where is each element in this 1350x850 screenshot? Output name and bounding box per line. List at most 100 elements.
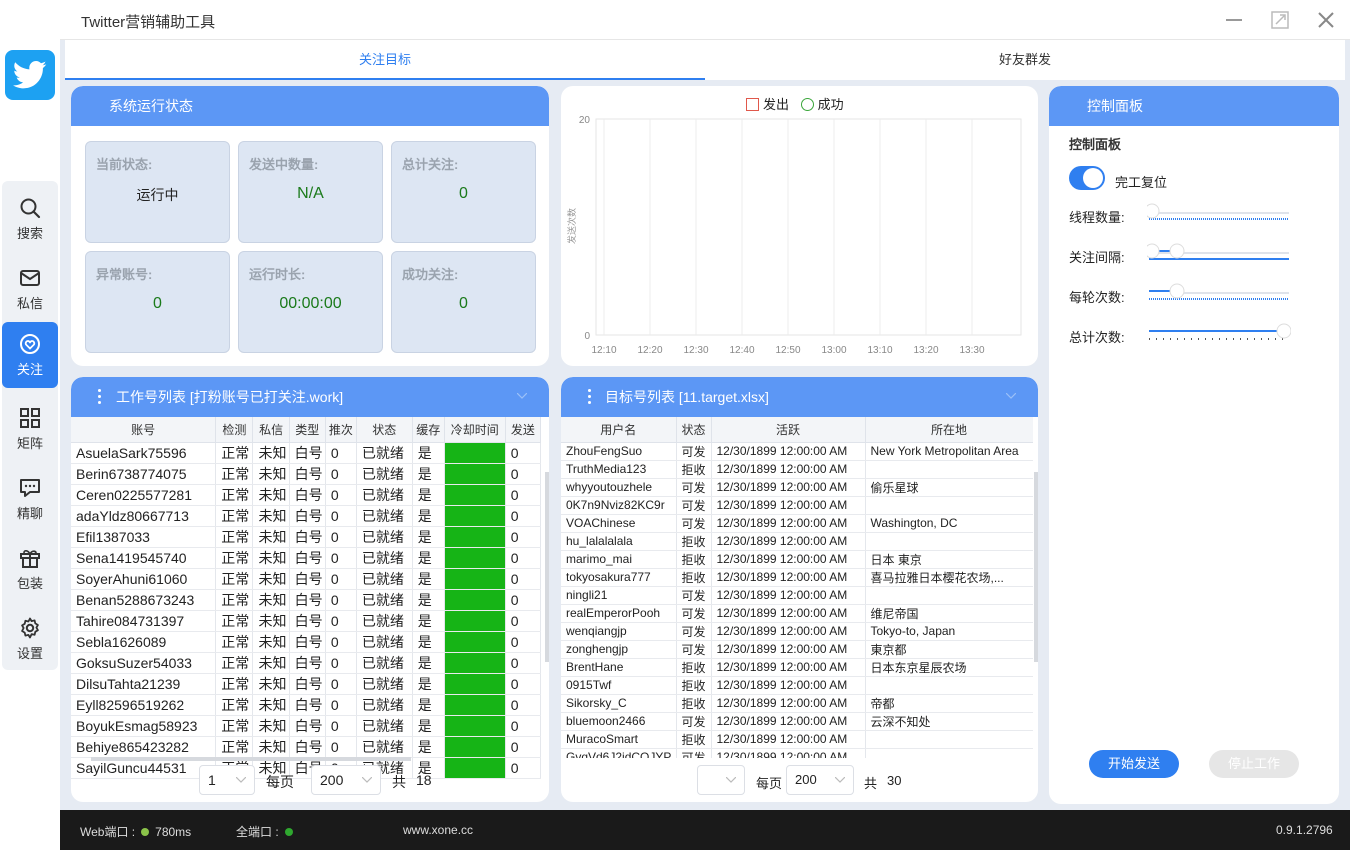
column-header[interactable]: 所在地 (865, 417, 1033, 443)
table-row[interactable]: VOAChinese 可发 12/30/1899 12:00:00 AM Washin… (561, 514, 1033, 533)
sidebar-item-settings[interactable]: 设置 (2, 606, 58, 672)
scrollbar[interactable] (545, 472, 549, 662)
sidebar-item-follow[interactable]: 关注 (2, 322, 58, 388)
table-row[interactable]: 0915Twf 拒收 12/30/1899 12:00:00 AM (561, 676, 1033, 695)
table-row[interactable]: tokyosakura777 拒收 12/30/1899 12:00:00 AM 喜马… (561, 568, 1033, 587)
table-cell: 云深不知处 (865, 712, 1033, 731)
sidebar-item-package[interactable]: 包装 (2, 536, 58, 602)
per-round-slider[interactable] (1147, 283, 1291, 303)
sidebar-item-search[interactable]: 搜索 (2, 186, 58, 252)
table-cell: 白号 (289, 589, 326, 611)
table-row[interactable]: Efil1387033 正常 未知 白号 0 已就绪是 0 (71, 526, 542, 548)
tab-friend-broadcast[interactable]: 好友群发 (705, 40, 1345, 80)
table-row[interactable]: bluemoon2466 可发 12/30/1899 12:00:00 AM 云深不知… (561, 712, 1033, 731)
table-cell: Sikorsky_C (561, 694, 677, 713)
stop-work-button[interactable]: 停止工作 (1209, 750, 1299, 778)
table-row[interactable]: Tahire084731397 正常 未知 白号 0 已就绪是 0 (71, 610, 542, 632)
card-label: 异常账号: (96, 267, 153, 282)
card-value: 0 (153, 295, 162, 312)
table-row[interactable]: whyyoutouzhele 可发 12/30/1899 12:00:00 AM 偷乐… (561, 478, 1033, 497)
column-header[interactable]: 类型 (289, 417, 326, 443)
table-cell: 可发 (676, 748, 712, 758)
table-cell: 12/30/1899 12:00:00 AM (711, 730, 866, 749)
table-row[interactable]: GoksuSuzer54033 正常 未知 白号 0 已就绪是 0 (71, 652, 542, 674)
interval-slider[interactable] (1147, 243, 1291, 263)
table-row[interactable]: Eyll82596519262 正常 未知 白号 0 已就绪是 0 (71, 694, 542, 716)
scrollbar[interactable] (1034, 472, 1038, 662)
sidebar-item-messages[interactable]: 私信 (2, 256, 58, 322)
drag-handle-icon[interactable] (98, 389, 102, 405)
close-icon[interactable] (1316, 10, 1336, 30)
x-tick-label: 13:10 (867, 345, 892, 356)
table-cell: MuracoSmart (561, 730, 677, 749)
threads-slider[interactable] (1147, 203, 1291, 223)
table-row[interactable]: GvqVd6J2jdCOJYP 可发 12/30/1899 12:00:00 AM (561, 748, 1033, 758)
page-select[interactable] (697, 765, 745, 795)
table-row[interactable]: Sebla1626089 正常 未知 白号 0 已就绪是 0 (71, 631, 542, 653)
table-row[interactable]: Benan5288673243 正常 未知 白号 0 已就绪是 0 (71, 589, 542, 611)
chart-y-label: 发送次数 (566, 208, 577, 244)
sidebar-item-chat[interactable]: 精聊 (2, 466, 58, 532)
chevron-down-icon[interactable] (517, 393, 527, 399)
table-cell: 拒收 (676, 730, 712, 749)
sidebar-item-matrix[interactable]: 矩阵 (2, 396, 58, 462)
table-row[interactable]: wenqiangjp 可发 12/30/1899 12:00:00 AM Tokyo-… (561, 622, 1033, 641)
column-header[interactable]: 冷却时间 (444, 417, 506, 443)
table-cell: 正常 (215, 547, 254, 569)
table-row[interactable]: ZhouFengSuo 可发 12/30/1899 12:00:00 AM New Y… (561, 442, 1033, 461)
chevron-down-icon[interactable] (1006, 393, 1016, 399)
tab-follow-targets[interactable]: 关注目标 (65, 40, 705, 80)
start-sending-button[interactable]: 开始发送 (1089, 750, 1179, 778)
table-row[interactable]: ningli21 可发 12/30/1899 12:00:00 AM (561, 586, 1033, 605)
table-row[interactable]: DilsuTahta21239 正常 未知 白号 0 已就绪是 0 (71, 673, 542, 695)
column-header[interactable]: 检测 (215, 417, 254, 443)
table-row[interactable]: Behiye865423282 正常 未知 白号 0 已就绪是 0 (71, 736, 542, 758)
table-row[interactable]: Berin6738774075 正常 未知 白号 0 已就绪是 0 (71, 463, 542, 485)
table-cell: 0915Twf (561, 676, 677, 695)
table-row[interactable]: MuracoSmart 拒收 12/30/1899 12:00:00 AM (561, 730, 1033, 749)
table-row[interactable]: Ceren0225577281 正常 未知 白号 0 已就绪是 0 (71, 484, 542, 506)
reset-toggle[interactable] (1069, 166, 1105, 190)
table-cell: 白号 (289, 568, 326, 590)
column-header[interactable]: 活跃 (711, 417, 866, 443)
table-row[interactable]: 0K7n9Nviz82KC9r 可发 12/30/1899 12:00:00 AM (561, 496, 1033, 515)
total-slider[interactable] (1147, 323, 1291, 343)
per-page-select[interactable]: 200 (311, 765, 381, 795)
maximize-icon[interactable] (1270, 10, 1290, 30)
column-header[interactable]: 用户名 (561, 417, 677, 443)
table-row[interactable]: BoyukEsmag58923 正常 未知 白号 0 已就绪是 0 (71, 715, 542, 737)
table-cell: 正常 (215, 589, 254, 611)
table-row[interactable]: realEmperorPooh 可发 12/30/1899 12:00:00 AM 维… (561, 604, 1033, 623)
table-row[interactable]: SoyerAhuni61060 正常 未知 白号 0 已就绪是 0 (71, 568, 542, 590)
column-header[interactable]: 状态 (676, 417, 712, 443)
column-header[interactable]: 账号 (71, 417, 217, 443)
table-row[interactable]: hu_lalalalala 拒收 12/30/1899 12:00:00 AM (561, 532, 1033, 551)
per-page-select[interactable]: 200 (786, 765, 854, 795)
table-cell: 0 (505, 736, 542, 758)
table-row[interactable]: adaYldz80667713 正常 未知 白号 0 已就绪是 0 (71, 505, 542, 527)
table-cell: 是 (412, 694, 445, 716)
table-row[interactable]: marimo_mai 拒收 12/30/1899 12:00:00 AM 日本 東京 (561, 550, 1033, 569)
card-value: 00:00:00 (279, 295, 342, 312)
table-cell: 正常 (215, 505, 254, 527)
column-header[interactable]: 缓存 (412, 417, 445, 443)
h-scrollbar[interactable] (91, 757, 411, 761)
table-row[interactable]: BrentHane 拒收 12/30/1899 12:00:00 AM 日本东京星辰农… (561, 658, 1033, 677)
status-card-success: 成功关注: 0 (391, 251, 536, 353)
column-header[interactable]: 私信 (252, 417, 290, 443)
table-row[interactable]: zonghengjp 可发 12/30/1899 12:00:00 AM 東京都 (561, 640, 1033, 659)
column-header[interactable]: 发送 (505, 417, 542, 443)
column-header[interactable]: 推次 (325, 417, 357, 443)
table-cell: 未知 (252, 631, 290, 653)
table-cell: 未知 (252, 736, 290, 758)
table-row[interactable]: Sikorsky_C 拒收 12/30/1899 12:00:00 AM 帝都 (561, 694, 1033, 713)
page-select[interactable]: 1 (199, 765, 255, 795)
minimize-icon[interactable] (1224, 10, 1244, 30)
drag-handle-icon[interactable] (588, 389, 592, 405)
table-row[interactable]: Sena1419545740 正常 未知 白号 0 已就绪是 0 (71, 547, 542, 569)
table-row[interactable]: AsuelaSark75596 正常 未知 白号 0 已就绪是 0 (71, 442, 542, 464)
table-cell: New York Metropolitan Area (865, 442, 1033, 461)
table-cell: 0 (325, 694, 357, 716)
column-header[interactable]: 状态 (356, 417, 413, 443)
table-row[interactable]: TruthMedia123 拒收 12/30/1899 12:00:00 AM (561, 460, 1033, 479)
